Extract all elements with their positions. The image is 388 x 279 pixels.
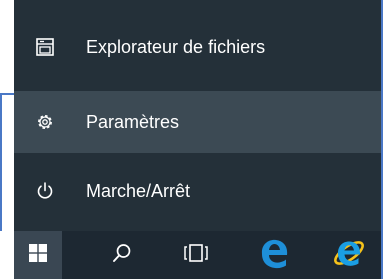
menu-item-file-explorer[interactable]: Explorateur de fichiers xyxy=(14,16,381,78)
internet-explorer-icon xyxy=(331,235,367,276)
power-icon xyxy=(34,180,56,202)
edge-button[interactable] xyxy=(252,231,296,279)
frame-border-top xyxy=(0,93,14,95)
taskbar xyxy=(14,231,381,279)
internet-explorer-button[interactable] xyxy=(324,231,374,279)
menu-item-settings[interactable]: Paramètres xyxy=(14,91,381,153)
search-button[interactable] xyxy=(102,231,142,279)
start-menu: Explorateur de fichiers Paramètres March… xyxy=(14,0,381,231)
file-explorer-icon xyxy=(34,36,56,58)
frame-border-right xyxy=(381,0,383,279)
gear-icon xyxy=(34,111,56,133)
menu-item-label: Marche/Arrêt xyxy=(86,180,191,201)
menu-item-power[interactable]: Marche/Arrêt xyxy=(14,160,381,222)
task-view-icon xyxy=(181,242,211,269)
edge-icon xyxy=(257,236,291,275)
screenshot-frame: Explorateur de fichiers Paramètres March… xyxy=(0,0,388,279)
menu-item-label: Explorateur de fichiers xyxy=(86,36,266,57)
frame-border-left xyxy=(0,94,2,231)
search-icon xyxy=(111,242,133,269)
menu-item-label: Paramètres xyxy=(86,111,180,132)
start-button[interactable] xyxy=(14,231,62,279)
windows-start-icon xyxy=(29,243,47,267)
task-view-button[interactable] xyxy=(174,231,218,279)
